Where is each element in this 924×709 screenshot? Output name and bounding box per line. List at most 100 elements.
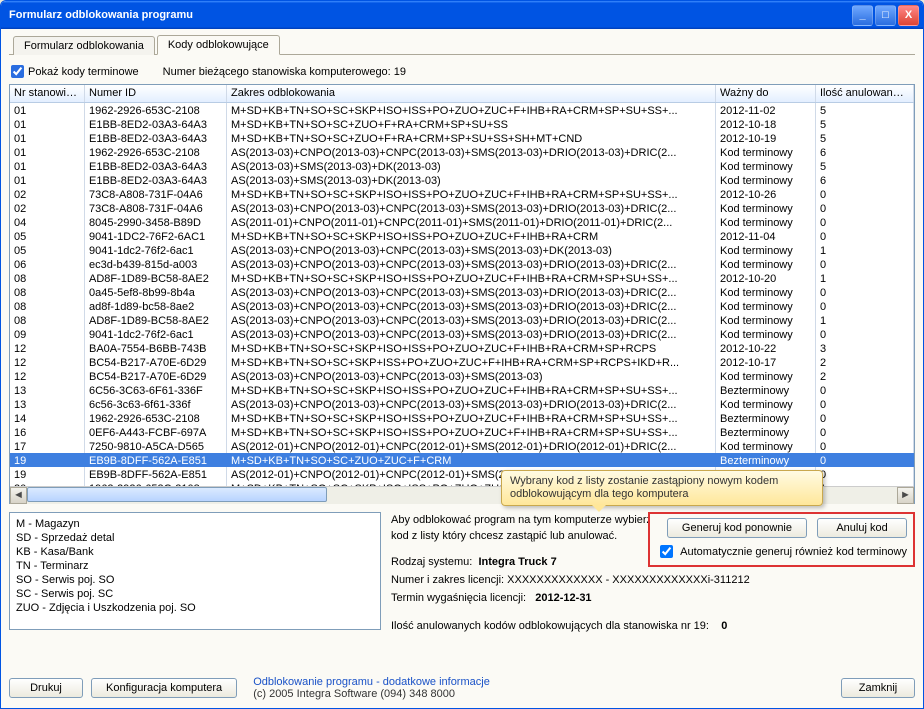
cell-st: 02 <box>10 201 85 215</box>
table-row[interactable]: 011962-2926-653C-2108M+SD+KB+TN+SO+SC+SK… <box>10 103 914 117</box>
table-row[interactable]: 141962-2926-653C-2108M+SD+KB+TN+SO+SC+SK… <box>10 411 914 425</box>
scroll-right-button[interactable]: ► <box>897 487 914 504</box>
table-row[interactable]: 01E1BB-8ED2-03A3-64A3AS(2013-03)+SMS(201… <box>10 173 914 187</box>
cell-id: 0EF6-A443-FCBF-697A <box>85 425 227 439</box>
cell-st: 05 <box>10 229 85 243</box>
table-row[interactable]: 08AD8F-1D89-BC58-8AE2M+SD+KB+TN+SO+SC+SK… <box>10 271 914 285</box>
tab-codes[interactable]: Kody odblokowujące <box>157 35 280 55</box>
table-row[interactable]: 0273C8-A808-731F-04A6M+SD+KB+TN+SO+SC+SK… <box>10 187 914 201</box>
config-button[interactable]: Konfiguracja komputera <box>91 678 237 698</box>
footer-link[interactable]: Odblokowanie programu - dodatkowe inform… <box>253 676 490 688</box>
legend-line: TN - Terminarz <box>16 559 374 573</box>
table-row[interactable]: 099041-1dc2-76f2-6ac1AS(2013-03)+CNPO(20… <box>10 327 914 341</box>
cell-an: 0 <box>816 187 914 201</box>
cell-zk: AS(2013-03)+CNPO(2013-03)+CNPC(2013-03)+… <box>227 201 716 215</box>
cell-id: 0a45-5ef8-8b99-8b4a <box>85 285 227 299</box>
tab-strip: Formularz odblokowania Kody odblokowując… <box>9 33 915 55</box>
auto-generate-input[interactable] <box>660 545 673 558</box>
cell-st: 19 <box>10 467 85 481</box>
cell-st: 08 <box>10 285 85 299</box>
cell-st: 06 <box>10 257 85 271</box>
cell-an: 0 <box>816 229 914 243</box>
table-row[interactable]: 160EF6-A443-FCBF-697AM+SD+KB+TN+SO+SC+SK… <box>10 425 914 439</box>
table-row[interactable]: 059041-1DC2-76F2-6AC1M+SD+KB+TN+SO+SC+SK… <box>10 229 914 243</box>
cell-id: 1962-2926-653C-2108 <box>85 411 227 425</box>
table-row[interactable]: 059041-1dc2-76f2-6ac1AS(2013-03)+CNPO(20… <box>10 243 914 257</box>
table-row[interactable]: 19EB9B-8DFF-562A-E851M+SD+KB+TN+SO+SC+ZU… <box>10 453 914 467</box>
cell-an: 0 <box>816 467 914 481</box>
close-window-button[interactable]: X <box>898 5 919 26</box>
col-scope[interactable]: Zakres odblokowania <box>227 85 716 102</box>
legend-line: KB - Kasa/Bank <box>16 545 374 559</box>
cell-wd: Bezterminowy <box>716 425 816 439</box>
cell-wd: 2012-11-04 <box>716 229 816 243</box>
col-valid[interactable]: Ważny do <box>716 85 816 102</box>
table-row[interactable]: 06ec3d-b439-815d-a003AS(2013-03)+CNPO(20… <box>10 257 914 271</box>
tab-form[interactable]: Formularz odblokowania <box>13 36 155 55</box>
table-row[interactable]: 177250-9810-A5CA-D565AS(2012-01)+CNPO(20… <box>10 439 914 453</box>
cell-an: 0 <box>816 439 914 453</box>
legend-line: SO - Serwis poj. SO <box>16 573 374 587</box>
close-button[interactable]: Zamknij <box>841 678 915 698</box>
cell-st: 19 <box>10 453 85 467</box>
auto-generate-check[interactable]: Automatycznie generuj również kod termin… <box>656 542 907 561</box>
scroll-thumb[interactable] <box>27 487 327 502</box>
cell-wd: 2012-10-22 <box>716 341 816 355</box>
cell-an: 0 <box>816 453 914 467</box>
cell-an: 0 <box>816 397 914 411</box>
show-term-codes-input[interactable] <box>11 65 24 78</box>
show-term-codes-check[interactable]: Pokaż kody terminowe <box>11 65 139 78</box>
table-row[interactable]: 12BA0A-7554-B6BB-743BM+SD+KB+TN+SO+SC+SK… <box>10 341 914 355</box>
minimize-button[interactable]: _ <box>852 5 873 26</box>
table-row[interactable]: 136C56-3C63-6F61-336FM+SD+KB+TN+SO+SC+SK… <box>10 383 914 397</box>
cell-zk: M+SD+KB+TN+SO+SC+SKP+ISO+ISS+PO+ZUO+ZUC+… <box>227 229 716 243</box>
cell-id: AD8F-1D89-BC58-8AE2 <box>85 271 227 285</box>
cell-an: 0 <box>816 383 914 397</box>
cell-zk: AS(2013-03)+CNPO(2013-03)+CNPC(2013-03)+… <box>227 313 716 327</box>
cell-st: 01 <box>10 131 85 145</box>
table-row[interactable]: 01E1BB-8ED2-03A3-64A3M+SD+KB+TN+SO+SC+ZU… <box>10 131 914 145</box>
table-body[interactable]: 01 1962-2926-653C-2108 M+SD+KB+TN+SO+SC+SK… <box>10 103 914 486</box>
cell-id: E1BB-8ED2-03A3-64A3 <box>85 117 227 131</box>
cell-wd: 2012-10-17 <box>716 355 816 369</box>
window-title: Formularz odblokowania programu <box>9 9 852 21</box>
table-row[interactable]: 01E1BB-8ED2-03A3-64A3M+SD+KB+TN+SO+SC+ZU… <box>10 117 914 131</box>
cell-wd: Bezterminowy <box>716 411 816 425</box>
col-cancelled[interactable]: Ilość anulowanych <box>816 85 914 102</box>
table-header: Nr stanowiska Numer ID Zakres odblokowan… <box>10 85 914 103</box>
cell-id: E1BB-8ED2-03A3-64A3 <box>85 131 227 145</box>
scroll-left-button[interactable]: ◄ <box>10 487 27 504</box>
col-id[interactable]: Numer ID <box>85 85 227 102</box>
cell-zk: AS(2013-03)+SMS(2013-03)+DK(2013-03) <box>227 173 716 187</box>
station-label: Numer bieżącego stanowiska komputerowego… <box>163 66 406 78</box>
table-row[interactable]: 12BC54-B217-A70E-6D29AS(2013-03)+CNPO(20… <box>10 369 914 383</box>
print-button[interactable]: Drukuj <box>9 678 83 698</box>
cell-zk: AS(2013-03)+CNPO(2013-03)+CNPC(2013-03)+… <box>227 145 716 159</box>
cell-zk: M+SD+KB+TN+SO+SC+ZUO+ZUC+F+CRM <box>227 453 716 467</box>
cell-id: E1BB-8ED2-03A3-64A3 <box>85 159 227 173</box>
legend-line: M - Magazyn <box>16 517 374 531</box>
maximize-button[interactable]: □ <box>875 5 896 26</box>
table-row[interactable]: 01E1BB-8ED2-03A3-64A3AS(2013-03)+SMS(201… <box>10 159 914 173</box>
table-row[interactable]: 080a45-5ef8-8b99-8b4aAS(2013-03)+CNPO(20… <box>10 285 914 299</box>
table-row[interactable]: 08ad8f-1d89-bc58-8ae2AS(2013-03)+CNPO(20… <box>10 299 914 313</box>
table-row[interactable]: 011962-2926-653C-2108AS(2013-03)+CNPO(20… <box>10 145 914 159</box>
cell-id: BC54-B217-A70E-6D29 <box>85 355 227 369</box>
cell-st: 12 <box>10 355 85 369</box>
col-station[interactable]: Nr stanowiska <box>10 85 85 102</box>
table-row[interactable]: 048045-2990-3458-B89DAS(2011-01)+CNPO(20… <box>10 215 914 229</box>
table-row[interactable]: 136c56-3c63-6f61-336fAS(2013-03)+CNPO(20… <box>10 397 914 411</box>
show-term-codes-label: Pokaż kody terminowe <box>28 66 139 78</box>
cell-zk: M+SD+KB+TN+SO+SC+SKP+ISO+ISS+PO+ZUO+ZUC+… <box>227 187 716 201</box>
cell-an: 5 <box>816 159 914 173</box>
table-row[interactable]: 08AD8F-1D89-BC58-8AE2AS(2013-03)+CNPO(20… <box>10 313 914 327</box>
table-row[interactable]: 12BC54-B217-A70E-6D29M+SD+KB+TN+SO+SC+SK… <box>10 355 914 369</box>
cell-st: 02 <box>10 187 85 201</box>
cell-wd: Kod terminowy <box>716 299 816 313</box>
cell-zk: AS(2013-03)+CNPO(2013-03)+CNPC(2013-03)+… <box>227 327 716 341</box>
cancel-code-button[interactable]: Anuluj kod <box>817 518 907 538</box>
generate-button[interactable]: Generuj kod ponownie <box>667 518 807 538</box>
table-row[interactable]: 0273C8-A808-731F-04A6AS(2013-03)+CNPO(20… <box>10 201 914 215</box>
cell-an: 0 <box>816 257 914 271</box>
cell-id: E1BB-8ED2-03A3-64A3 <box>85 173 227 187</box>
